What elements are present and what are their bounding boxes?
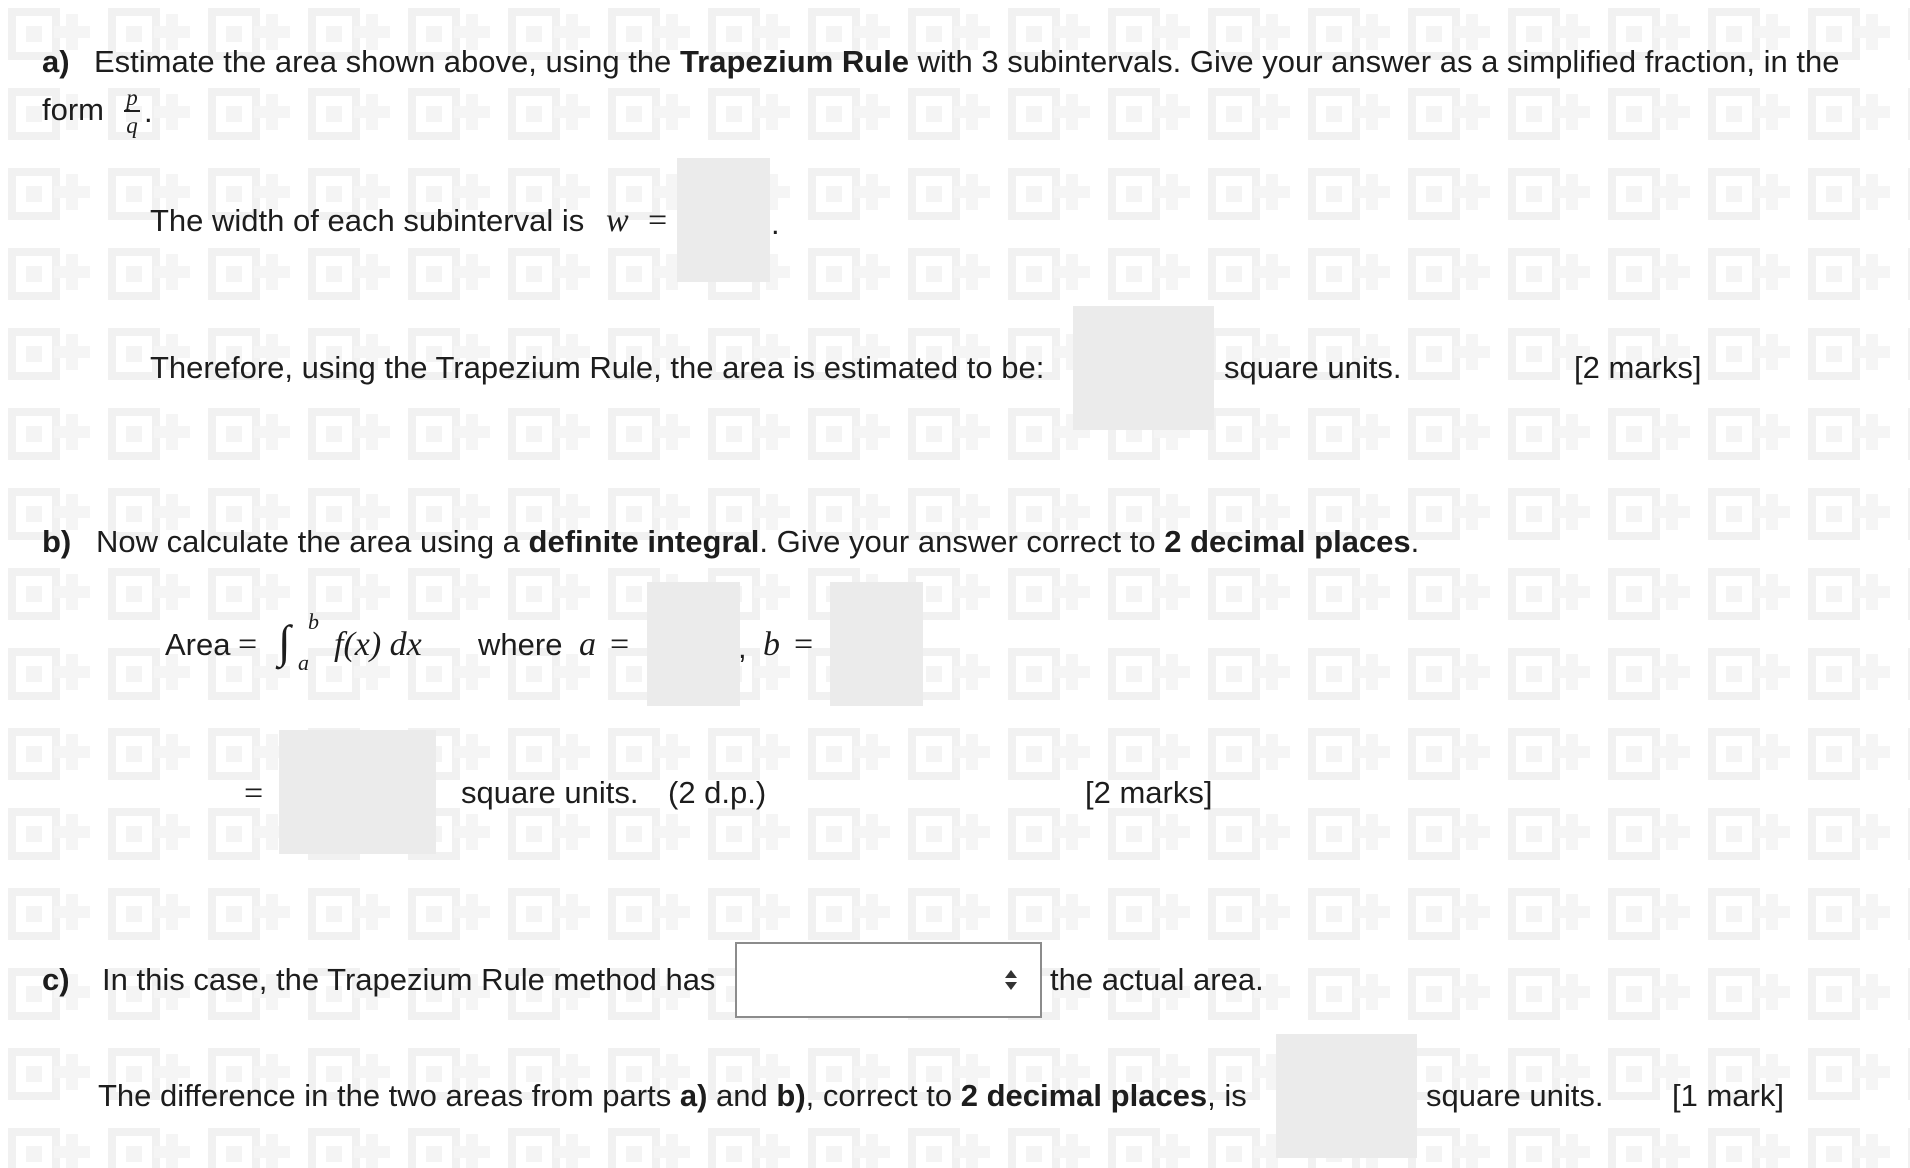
part-b-label: b) [42, 524, 72, 559]
upper-limit-input[interactable] [830, 582, 923, 706]
integral-sign: ∫ [278, 616, 291, 667]
part-c-marks: [1 mark] [1672, 1078, 1784, 1113]
width-answer-input[interactable] [677, 158, 770, 282]
integral-area-input[interactable] [279, 730, 436, 854]
difference-bold-dp: 2 decimal places [960, 1078, 1208, 1113]
part-a-intro: Estimate the area shown above, using the… [94, 42, 1839, 82]
lower-limit-input[interactable] [647, 582, 740, 706]
part-a-units: square units. [1224, 350, 1402, 385]
width-variable: w [606, 202, 629, 239]
fraction-numerator: p [126, 85, 138, 110]
difference-text: The difference in the two areas from par… [98, 1078, 672, 1113]
part-a-bold-method: Trapezium Rule [679, 44, 910, 79]
part-b-period: . [1410, 524, 1420, 559]
area-label: Area [165, 627, 231, 662]
integral-lower-limit: a [298, 650, 309, 675]
part-a-text-continued: with 3 subintervals. Give your answer as… [917, 44, 1840, 79]
width-equals: = [648, 202, 668, 239]
b-equals: = [794, 626, 814, 663]
difference-input[interactable] [1276, 1034, 1417, 1158]
part-a-marks: [2 marks] [1574, 350, 1702, 385]
comparison-dropdown[interactable] [735, 942, 1042, 1018]
part-c-units: square units. [1426, 1078, 1604, 1113]
integral-upper-limit: b [308, 609, 319, 634]
difference-line: The difference in the two areas from par… [98, 1076, 1247, 1116]
difference-bold-b: b) [776, 1078, 806, 1113]
part-a-form-text: form [42, 92, 104, 127]
where-text: where [478, 627, 563, 662]
width-period: . [771, 206, 780, 241]
a-equals: = [610, 626, 630, 663]
part-c-text-continued: the actual area. [1050, 962, 1264, 997]
part-b-units: square units. [461, 775, 639, 810]
width-line-text: The width of each subinterval is [150, 203, 585, 238]
part-b-dp-note: (2 d.p.) [668, 775, 767, 810]
part-a-text: Estimate the area shown above, using the [94, 44, 672, 79]
dropdown-arrows-icon [1005, 970, 1017, 990]
integrand: f(x) dx [334, 626, 422, 663]
difference-text-end: , is [1207, 1078, 1247, 1113]
question-content: a) Estimate the area shown above, using … [0, 0, 1910, 1168]
part-b-bold-dp: 2 decimal places [1164, 524, 1411, 559]
part-a-label: a) [42, 44, 70, 79]
limits-comma: , [738, 630, 747, 665]
form-period: . [144, 94, 153, 129]
fraction-denominator: q [126, 113, 138, 138]
part-b-marks: [2 marks] [1085, 775, 1213, 810]
part-b-bold-integral: definite integral [528, 524, 760, 559]
difference-text-continued: , correct to [805, 1078, 953, 1113]
trapezium-area-input[interactable] [1073, 306, 1214, 430]
result-equals: = [244, 775, 264, 812]
fraction-bar [124, 110, 140, 112]
part-c-text: In this case, the Trapezium Rule method … [102, 962, 716, 997]
a-variable: a [579, 626, 596, 663]
part-c-label: c) [42, 962, 70, 997]
part-b-text-continued: . Give your answer correct to [759, 524, 1156, 559]
difference-bold-a: a) [679, 1078, 708, 1113]
difference-and: and [716, 1078, 768, 1113]
therefore-line-text: Therefore, using the Trapezium Rule, the… [150, 350, 1045, 385]
b-variable: b [763, 626, 780, 663]
part-b-text: Now calculate the area using a [96, 524, 520, 559]
area-equals: = [238, 626, 258, 663]
part-b-intro: Now calculate the area using a definite … [96, 522, 1419, 562]
